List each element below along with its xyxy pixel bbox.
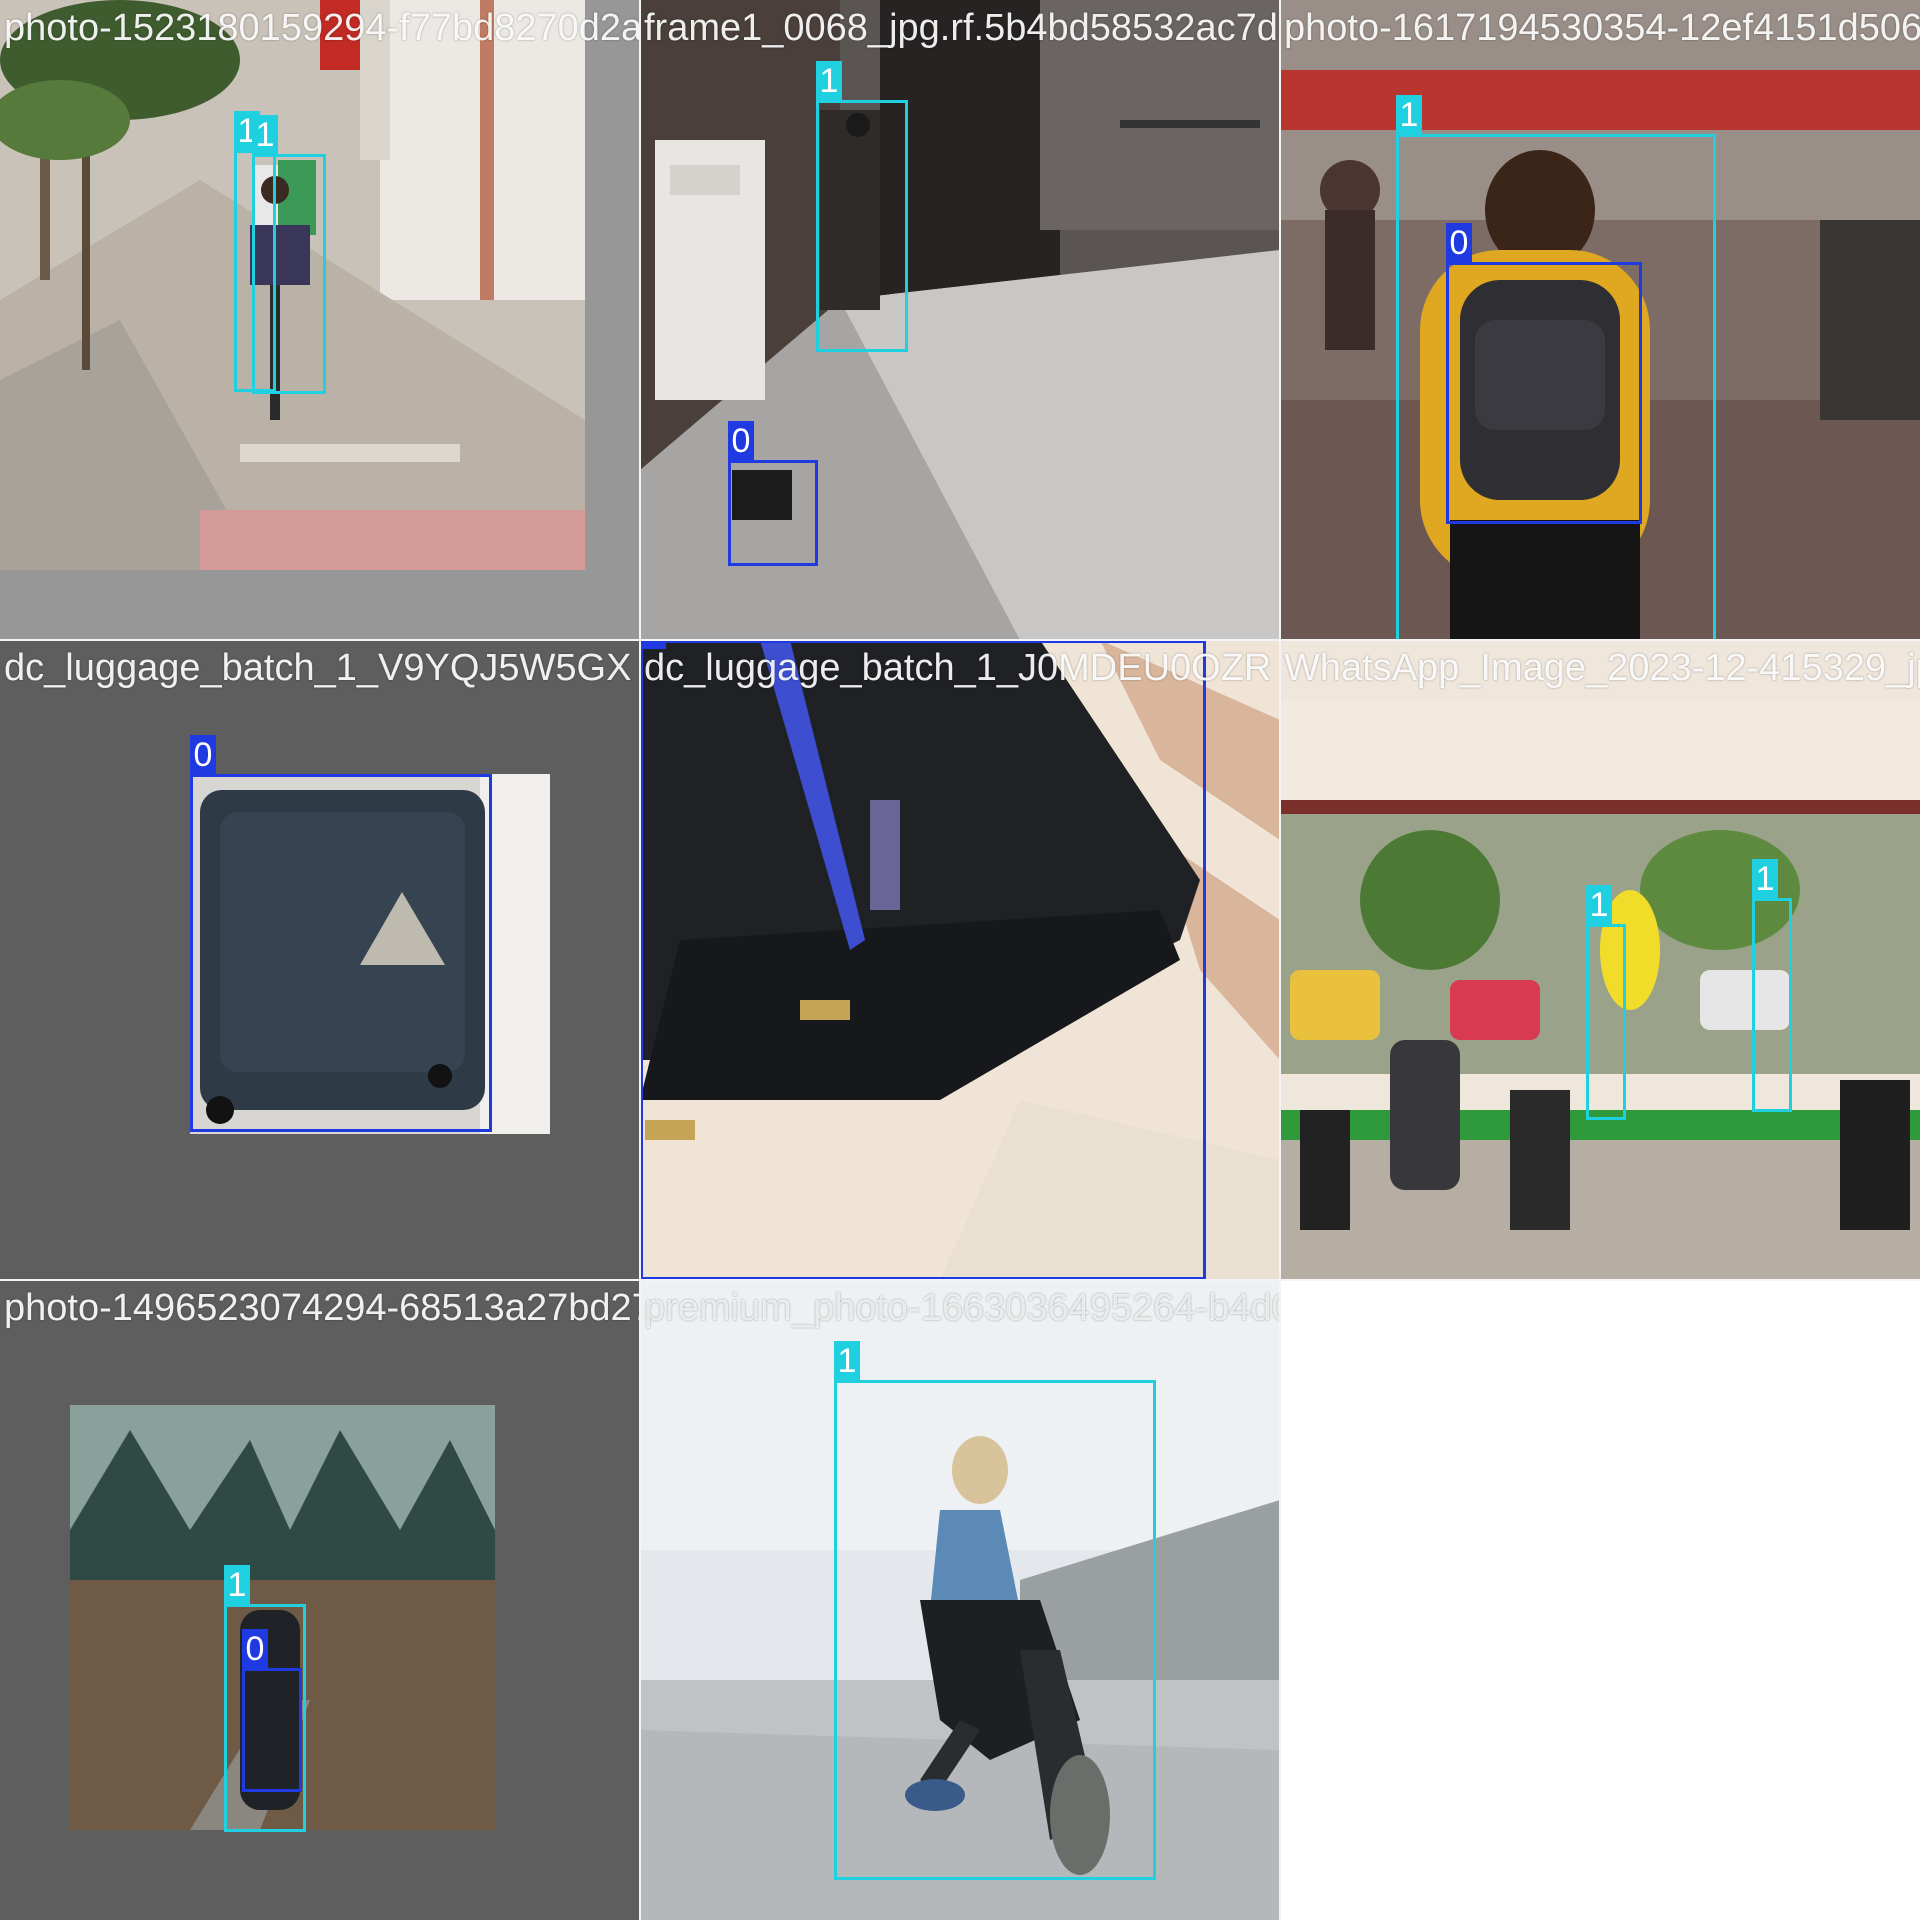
detection-box: 1 <box>1752 859 1792 1112</box>
detection-box: 1 <box>1586 885 1626 1120</box>
grid-divider <box>639 0 641 1920</box>
detection-box: 1 <box>834 1341 1156 1880</box>
forest-photo <box>0 1280 640 1920</box>
grid-divider <box>1279 0 1281 1920</box>
detection-label: 1 <box>1396 95 1422 135</box>
detection-mosaic: photo-1523180159294-f77bd8270d2a.jpg 1 1… <box>0 0 1920 1920</box>
detection-box: 1 <box>816 61 908 352</box>
grid-divider <box>0 639 1920 641</box>
tile-runner-stretching: premium_photo-1663036495264-b4d039e4c7b7… <box>640 1280 1280 1920</box>
detection-label: 0 <box>190 735 216 775</box>
detection-label: 1 <box>1586 885 1612 925</box>
detection-box: 0 <box>640 640 1206 1280</box>
detection-label: 0 <box>1446 223 1472 263</box>
tile-suitcase: dc_luggage_batch_1_V9YQJ5W5GX 0 <box>0 640 640 1280</box>
tile-street-bicycle: photo-1523180159294-f77bd8270d2a.jpg 1 1 <box>0 0 640 640</box>
detection-box: 0 <box>190 735 492 1132</box>
tile-yellow-hoodie: photo-1617194530354-12ef4151d506 1 0 <box>1280 0 1920 640</box>
detection-label: 0 <box>728 421 754 461</box>
detection-label: 1 <box>834 1341 860 1381</box>
detection-label: 0 <box>640 640 666 649</box>
tile-indoor-corridor: frame1_0068_jpg.rf.5b4bd58532ac7d5e0cc 1… <box>640 0 1280 640</box>
detection-label: 0 <box>242 1629 268 1669</box>
detection-box: 0 <box>728 421 818 566</box>
detection-box: 0 <box>1446 223 1642 524</box>
detection-label: 1 <box>224 1565 250 1605</box>
tile-bag-closeup: dc_luggage_batch_1_J0MDEU0OZR 0 <box>640 640 1280 1280</box>
empty-slot <box>1280 1280 1920 1920</box>
tile-forest-path: photo-1496523074294-68513a27bd27.jpg 1 0 <box>0 1280 640 1920</box>
detection-box: 1 <box>252 115 326 394</box>
detection-box: 0 <box>242 1629 302 1792</box>
tile-parking-lot: WhatsApp_Image_2023-12-415329_jpg4-0_jp … <box>1280 640 1920 1280</box>
detection-label: 1 <box>252 115 278 155</box>
detection-label: 1 <box>1752 859 1778 899</box>
grid-divider <box>0 1279 1920 1281</box>
detection-label: 1 <box>816 61 842 101</box>
